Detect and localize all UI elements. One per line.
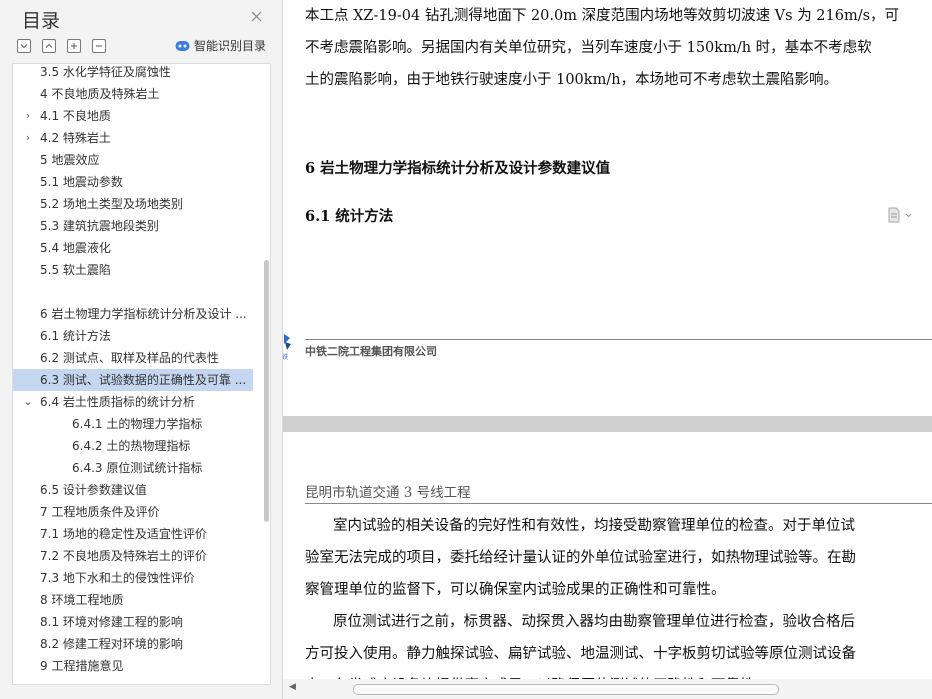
toc-item-label: 9 工程措施意见 [40,659,124,673]
toc-item[interactable]: 7.2 不良地质及特殊岩土的评价 [13,545,253,567]
toc-panel: 3.5 水化学特征及腐蚀性 4 不良地质及特殊岩土 › 4.1 不良地质 › 4.2 特殊… [12,63,271,685]
toc-item-label: 6.2 测试点、取样及样品的代表性 [40,351,219,365]
toc-item-label: 7.2 不良地质及特殊岩土的评价 [40,549,207,563]
toc-item-label: 6.4 岩土性质指标的统计分析 [40,395,195,409]
paragraph-line: 不考虑震陷影响。另据国内有关单位研究，当列车速度小于 150km/h 时，基本不… [305,40,872,56]
paragraph-line: 察管理单位的监督下，可以确保室内试验成果的正确性和可靠性。 [305,582,726,598]
toc-item[interactable]: › 4.1 不良地质 [13,105,253,127]
toc-item-label: 6.5 设计参数建议值 [40,483,147,497]
toc-sidebar: 目录 智能识别目录 3.5 水化学特征及腐蚀性 4 不良地质及特殊岩土 › 4.1 不… [0,0,283,699]
toc-item-label: 7.1 场地的稳定性及适宜性评价 [40,527,207,541]
toc-item-label: 5 地震效应 [40,153,100,167]
document-view: 本工点 XZ-19-04 钻孔测得地面下 20.0m 深度范围内场地等效剪切波速… [283,0,932,699]
toc-item-label: 5.1 地震动参数 [40,175,123,189]
toc-item-label: 5.2 场地土类型及场地类别 [40,197,183,211]
ai-toc-label: 智能识别目录 [194,39,267,53]
toc-item[interactable]: 4 不良地质及特殊岩土 [13,83,253,105]
toc-scrollbar[interactable] [263,64,270,684]
toc-item[interactable]: 8.1 环境对修建工程的影响 [13,611,253,633]
header-rule [305,503,932,504]
toc-item-label: 3.5 水化学特征及腐蚀性 [40,65,171,79]
add-item-icon[interactable] [67,39,81,53]
toc-item[interactable]: › 4.2 特殊岩土 [13,127,253,149]
toc-item-label: 7 工程地质条件及评价 [40,505,160,519]
toc-item-label: 4.2 特殊岩土 [40,131,111,145]
page-header: 昆明市轨道交通 3 号线工程 [305,485,471,501]
toc-item[interactable]: 5.5 软土震陷 [13,259,253,281]
expand-all-icon[interactable] [17,39,31,53]
subsection-heading: 6.1 统计方法 [305,208,394,225]
toc-item[interactable]: 6.2 测试点、取样及样品的代表性 [13,347,253,369]
scroll-left-icon[interactable]: ◀ [289,682,296,692]
toc-item-label: 5.4 地震液化 [40,241,111,255]
horizontal-scrollbar[interactable]: ◀ [283,679,932,699]
toc-item[interactable]: 6.4.3 原位测试统计指标 [13,457,253,479]
remove-item-icon[interactable] [92,39,106,53]
toc-item[interactable]: 5.4 地震液化 [13,237,253,259]
toc-item-label: 5.3 建筑抗震地段类别 [40,219,159,233]
collapse-all-icon[interactable] [42,39,56,53]
paragraph-line: 验室无法完成的项目，委托给经计量认证的外单位试验室进行，如热物理试验等。在勘 [305,550,856,566]
chevron-right-icon[interactable]: › [22,105,34,127]
toc-item-label: 6.1 统计方法 [40,329,111,343]
toc-item[interactable]: 8 环境工程地质 [13,589,253,611]
toc-item-label: 8.2 修建工程对环境的影响 [40,637,183,651]
paragraph-line: 原位测试进行之前，标贯器、动探贯入器均由勘察管理单位进行检查，验收合格后 [333,614,855,630]
page-gap [283,416,932,432]
toc-item-label: 7.3 地下水和土的侵蚀性评价 [40,571,195,585]
toc-item[interactable]: 7.1 场地的稳定性及适宜性评价 [13,523,253,545]
toc-toolbar [17,38,117,54]
paragraph-line: 本工点 XZ-19-04 钻孔测得地面下 20.0m 深度范围内场地等效剪切波速… [305,8,900,24]
toc-item[interactable]: 3.5 水化学特征及腐蚀性 [13,64,253,83]
toc-item[interactable]: 6.4.1 土的物理力学指标 [13,413,253,435]
toc-item[interactable]: 6.4.2 土的热物理指标 [13,435,253,457]
toc-item-label: 4.1 不良地质 [40,109,111,123]
ai-toc-button[interactable]: 智能识别目录 [175,37,266,54]
toc-item[interactable]: 9 工程措施意见 [13,655,253,677]
toc-scroll-thumb[interactable] [264,260,269,522]
toc-item[interactable]: 5.3 建筑抗震地段类别 [13,215,253,237]
paragraph-line: 室内试验的相关设备的完好性和有效性，均接受勘察管理单位的检查。对于单位试 [333,518,855,534]
toc-item-label: 8.1 环境对修建工程的影响 [40,615,183,629]
paragraph-line: 方可投入使用。静力触探试验、扁铲试验、地温测试、十字板剪切试验等原位测试设备 [305,646,856,662]
toc-item-label: 6.4.3 原位测试统计指标 [72,461,203,475]
paragraph-line: 土的震陷影响，由于地铁行驶速度小于 100km/h，本场地可不考虑软土震陷影响。 [305,72,839,88]
toc-item[interactable]: 8.2 修建工程对环境的影响 [13,633,253,655]
horizontal-scroll-thumb[interactable] [353,684,779,695]
document-page: 本工点 XZ-19-04 钻孔测得地面下 20.0m 深度范围内场地等效剪切波速… [283,0,932,416]
company-logo-icon: 铁 [283,334,291,361]
toc-item[interactable]: 6.5 设计参数建议值 [13,479,253,501]
chevron-right-icon[interactable]: › [22,127,34,149]
toc-item[interactable]: 5.1 地震动参数 [13,171,253,193]
toc-item[interactable]: 7.3 地下水和土的侵蚀性评价 [13,567,253,589]
toc-item[interactable]: 6.3 测试、试验数据的正确性及可靠 ... [13,369,253,391]
footer-rule [305,339,932,340]
toc-item-label: 5.5 软土震陷 [40,263,111,277]
toc-item-label: 6.4.2 土的热物理指标 [72,439,191,453]
page-footer: 中铁二院工程集团有限公司 [305,345,437,358]
toc-item-label: 8 环境工程地质 [40,593,124,607]
toc-item[interactable]: 5 地震效应 [13,149,253,171]
svg-text:铁: 铁 [283,353,288,361]
toc-item[interactable] [13,281,253,303]
toc-item[interactable]: 6.1 统计方法 [13,325,253,347]
document-menu-icon[interactable] [887,207,915,223]
chevron-down-icon[interactable]: ⌄ [22,391,34,413]
toc-item[interactable]: 7 工程地质条件及评价 [13,501,253,523]
toc-item[interactable]: 6 岩土物理力学指标统计分析及设计 ... [13,303,253,325]
ai-robot-icon [175,41,190,51]
sidebar-title: 目录 [22,10,61,32]
toc-item-label: 6 岩土物理力学指标统计分析及设计 ... [40,307,247,321]
section-heading: 6 岩土物理力学指标统计分析及设计参数建议值 [305,160,611,177]
toc-item-label: 6.4.1 土的物理力学指标 [72,417,203,431]
toc-item[interactable]: 5.2 场地土类型及场地类别 [13,193,253,215]
toc-item-label: 4 不良地质及特殊岩土 [40,87,160,101]
toc-item-label: 6.3 测试、试验数据的正确性及可靠 ... [40,373,247,387]
toc-item[interactable]: ⌄ 6.4 岩土性质指标的统计分析 [13,391,253,413]
close-icon[interactable] [250,10,263,23]
